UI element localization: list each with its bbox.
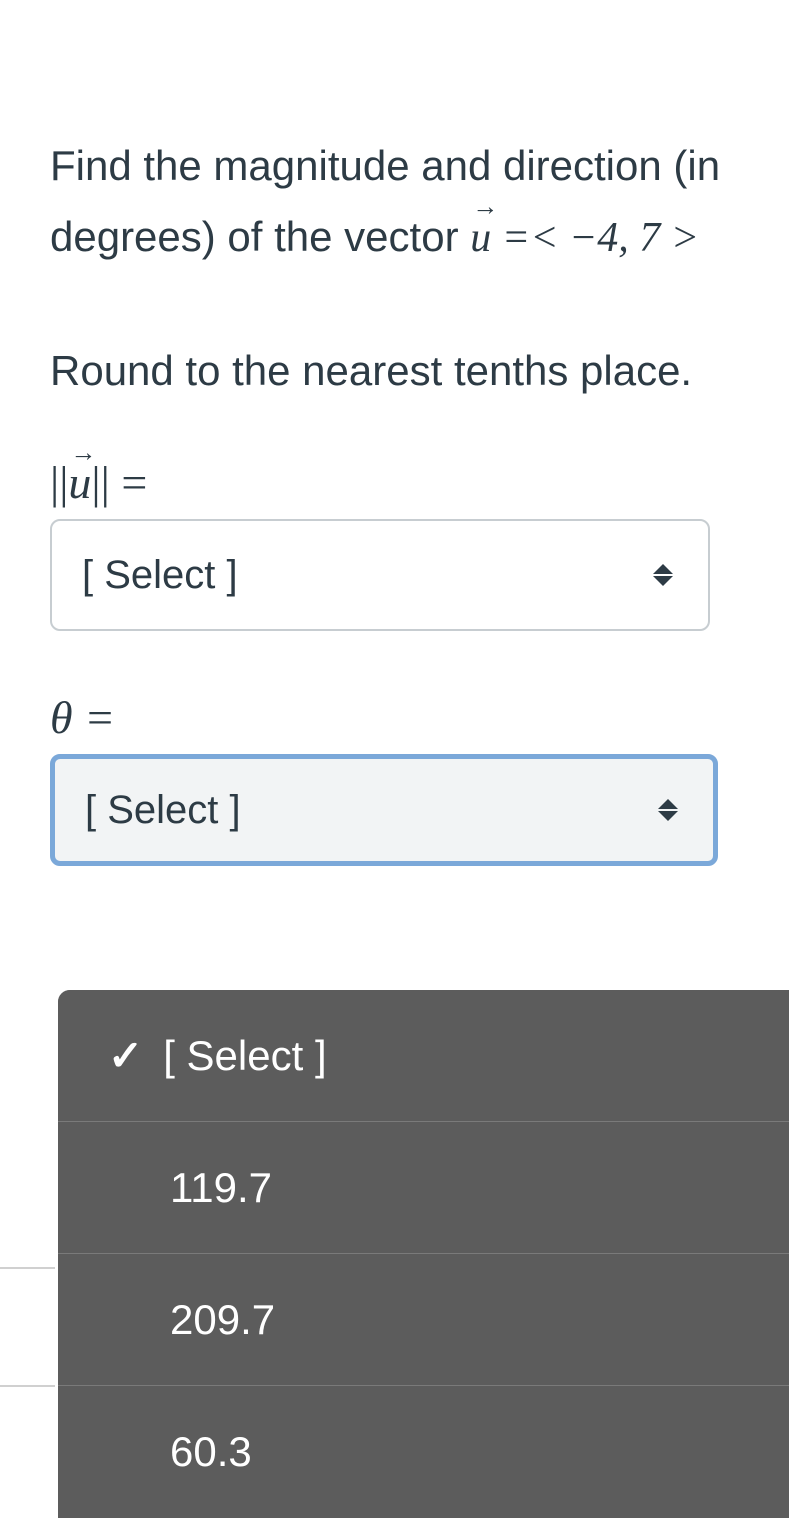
theta-symbol: θ = xyxy=(50,692,115,743)
magnitude-select[interactable]: [ Select ] xyxy=(50,519,710,631)
norm-close: || = xyxy=(91,457,147,508)
check-icon: ✓ xyxy=(108,1031,143,1080)
question-prompt: Find the magnitude and direction (in deg… xyxy=(50,130,739,275)
dropdown-option-text: [ Select ] xyxy=(163,1032,326,1080)
vector-expression: u =< −4, 7 > xyxy=(470,215,699,261)
magnitude-label: ||u|| = xyxy=(50,456,147,509)
magnitude-symbol: u xyxy=(68,456,91,509)
norm-open: || xyxy=(50,457,68,508)
bottom-divider xyxy=(0,1267,55,1387)
dropdown-option-2[interactable]: 209.7 xyxy=(58,1254,789,1386)
dropdown-option-text: 209.7 xyxy=(170,1296,275,1344)
vector-value: =< −4, 7 > xyxy=(491,215,699,261)
vector-symbol: u xyxy=(470,203,491,274)
direction-dropdown-menu: ✓ [ Select ] 119.7 209.7 60.3 xyxy=(58,990,789,1518)
question-content: Find the magnitude and direction (in deg… xyxy=(0,0,789,866)
direction-select-placeholder: [ Select ] xyxy=(85,788,241,833)
dropdown-option-3[interactable]: 60.3 xyxy=(58,1386,789,1518)
rounding-instruction: Round to the nearest tenths place. xyxy=(50,335,739,406)
chevron-updown-icon xyxy=(648,560,678,590)
dropdown-option-text: 119.7 xyxy=(170,1164,272,1212)
magnitude-answer-row: ||u|| = [ Select ] xyxy=(50,456,739,631)
dropdown-option-placeholder[interactable]: ✓ [ Select ] xyxy=(58,990,789,1122)
dropdown-option-1[interactable]: 119.7 xyxy=(58,1122,789,1254)
dropdown-option-text: 60.3 xyxy=(170,1428,252,1476)
direction-select[interactable]: [ Select ] xyxy=(50,754,718,866)
direction-answer-row: θ = [ Select ] xyxy=(50,691,739,866)
chevron-updown-icon xyxy=(653,795,683,825)
direction-label: θ = xyxy=(50,691,115,744)
magnitude-select-placeholder: [ Select ] xyxy=(82,553,238,598)
